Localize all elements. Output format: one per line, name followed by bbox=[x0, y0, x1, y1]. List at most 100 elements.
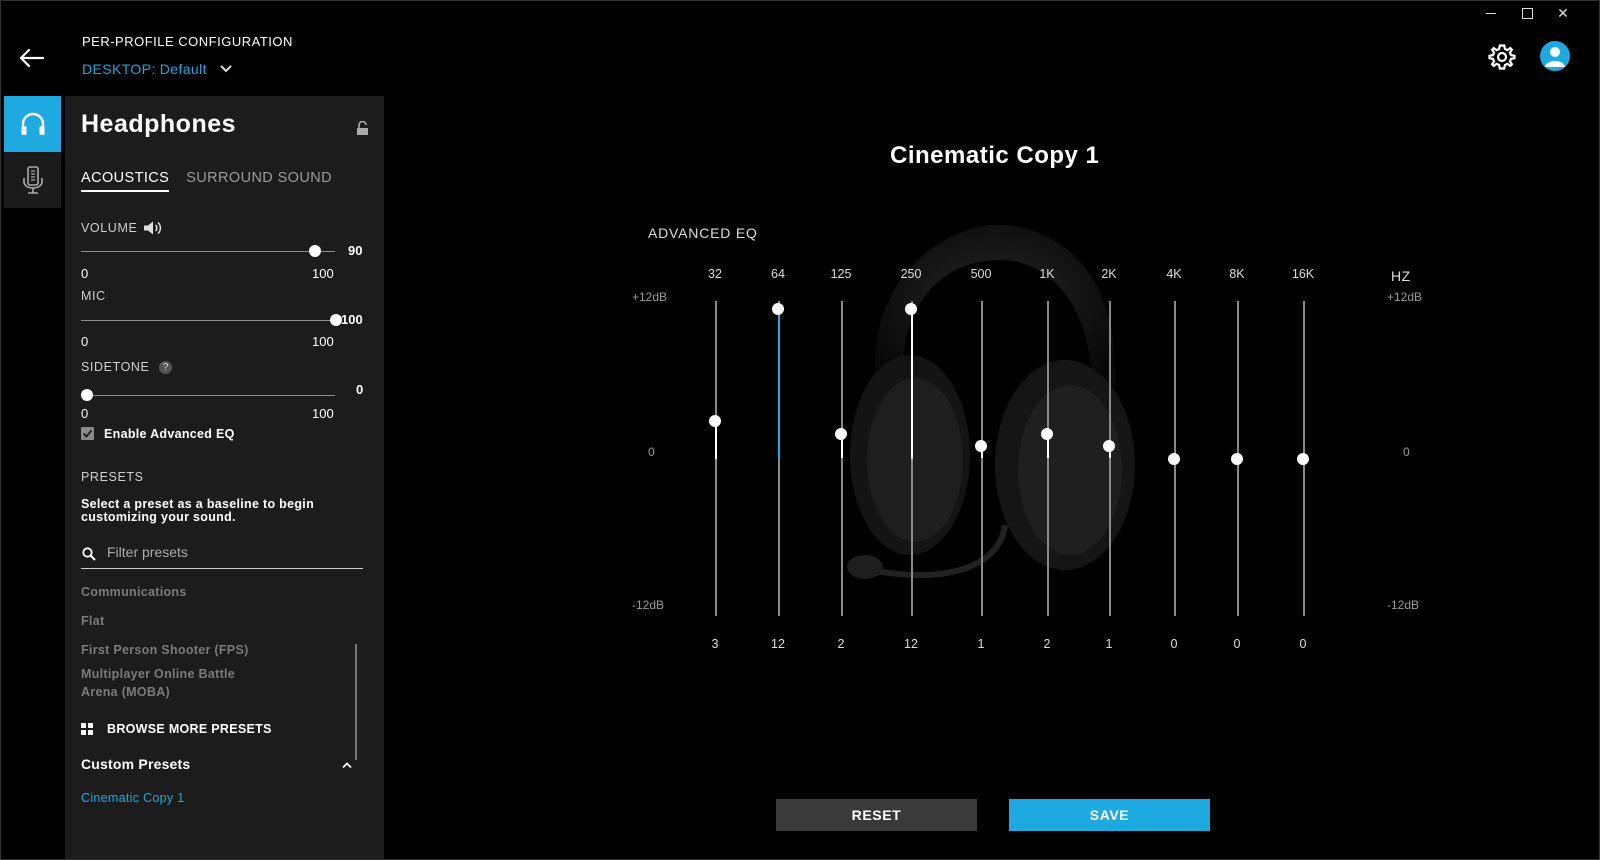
presets-scrollbar[interactable] bbox=[355, 644, 357, 760]
preset-item-moba[interactable]: Multiplayer Online Battle Arena (MOBA) bbox=[81, 665, 251, 701]
help-icon[interactable]: ? bbox=[159, 361, 173, 374]
eq-band-32[interactable]: 32 3 bbox=[695, 265, 735, 655]
custom-presets-header[interactable]: Custom Presets bbox=[81, 756, 355, 772]
mic-slider[interactable] bbox=[81, 320, 335, 321]
eq-band-track[interactable] bbox=[1108, 301, 1111, 616]
maximize-icon[interactable] bbox=[1520, 6, 1534, 20]
back-arrow-icon[interactable] bbox=[18, 48, 44, 68]
eq-band-knob[interactable] bbox=[772, 303, 784, 315]
headphones-icon bbox=[21, 112, 44, 135]
custom-preset-item[interactable]: Cinematic Copy 1 bbox=[81, 791, 184, 805]
preset-item-communications[interactable]: Communications bbox=[81, 583, 281, 601]
window-controls: ✕ bbox=[1484, 6, 1570, 20]
hz-label: HZ bbox=[1391, 268, 1411, 284]
eq-band-knob[interactable] bbox=[905, 303, 917, 315]
eq-band-fill bbox=[910, 309, 913, 459]
user-avatar[interactable] bbox=[1540, 41, 1570, 71]
eq-band-frequency: 32 bbox=[708, 267, 722, 281]
minimize-icon[interactable] bbox=[1484, 6, 1498, 20]
eq-band-2k[interactable]: 2K 1 bbox=[1089, 265, 1129, 655]
eq-band-value: 0 bbox=[1170, 637, 1178, 651]
rail-item-microphone[interactable] bbox=[4, 152, 61, 208]
device-rail bbox=[4, 96, 61, 208]
volume-slider-knob[interactable] bbox=[309, 245, 321, 257]
preset-item-flat[interactable]: Flat bbox=[81, 612, 281, 630]
chevron-up-icon[interactable] bbox=[341, 761, 353, 769]
tab-acoustics[interactable]: ACOUSTICS bbox=[81, 170, 170, 192]
db-mid-label-left: 0 bbox=[648, 445, 655, 459]
eq-band-value: 12 bbox=[771, 637, 785, 651]
enable-eq-label[interactable]: Enable Advanced EQ bbox=[104, 427, 235, 441]
profile-name: Default bbox=[159, 61, 207, 77]
eq-band-4k[interactable]: 4K 0 bbox=[1154, 265, 1194, 655]
eq-band-value: 0 bbox=[1233, 637, 1241, 651]
sidetone-slider[interactable] bbox=[81, 395, 335, 396]
speaker-icon bbox=[144, 221, 162, 235]
sidetone-min: 0 bbox=[81, 406, 89, 421]
search-icon bbox=[82, 547, 96, 561]
eq-band-frequency: 250 bbox=[900, 267, 922, 281]
eq-band-8k[interactable]: 8K 0 bbox=[1217, 265, 1257, 655]
eq-band-500[interactable]: 500 1 bbox=[961, 265, 1001, 655]
eq-band-frequency: 1K bbox=[1039, 267, 1055, 281]
browse-more-presets-label: BROWSE MORE PRESETS bbox=[107, 722, 272, 736]
eq-band-track[interactable] bbox=[714, 301, 717, 616]
eq-band-track[interactable] bbox=[1046, 301, 1049, 616]
eq-band-knob[interactable] bbox=[1041, 427, 1053, 440]
volume-label: VOLUME bbox=[81, 221, 138, 235]
profile-selector[interactable]: DESKTOP: Default bbox=[82, 61, 233, 77]
profile-config-label: PER-PROFILE CONFIGURATION bbox=[82, 34, 293, 49]
eq-band-125[interactable]: 125 2 bbox=[821, 265, 861, 655]
mic-value: 100 bbox=[341, 312, 363, 327]
volume-min: 0 bbox=[81, 266, 89, 281]
gear-icon[interactable] bbox=[1488, 43, 1516, 71]
eq-band-value: 1 bbox=[977, 637, 985, 651]
eq-band-frequency: 16K bbox=[1291, 267, 1315, 281]
desktop-prefix: DESKTOP: bbox=[82, 61, 156, 77]
eq-band-knob[interactable] bbox=[1231, 452, 1243, 465]
browse-more-presets-button[interactable]: BROWSE MORE PRESETS bbox=[81, 722, 272, 736]
filter-presets-input[interactable] bbox=[107, 544, 347, 560]
eq-band-knob[interactable] bbox=[975, 440, 987, 453]
tab-surround-sound[interactable]: SURROUND SOUND bbox=[186, 170, 332, 192]
eq-band-knob[interactable] bbox=[1168, 452, 1180, 465]
eq-band-1k[interactable]: 1K 2 bbox=[1027, 265, 1067, 655]
grid-icon bbox=[81, 723, 93, 735]
mic-max: 100 bbox=[312, 334, 334, 349]
eq-band-knob[interactable] bbox=[1103, 440, 1115, 453]
rail-item-headphones[interactable] bbox=[4, 96, 61, 152]
eq-band-frequency: 64 bbox=[771, 267, 785, 281]
unlock-icon[interactable] bbox=[356, 121, 369, 135]
checkmark-icon bbox=[82, 429, 93, 438]
eq-band-64[interactable]: 64 12 bbox=[758, 265, 798, 655]
volume-label-row: VOLUME bbox=[81, 220, 163, 236]
db-top-label-left: +12dB bbox=[632, 290, 668, 304]
volume-slider[interactable] bbox=[81, 251, 335, 252]
db-bottom-label-right: -12dB bbox=[1387, 598, 1420, 612]
eq-band-knob[interactable] bbox=[1297, 452, 1309, 465]
enable-eq-checkbox[interactable] bbox=[81, 427, 94, 440]
eq-band-track[interactable] bbox=[980, 301, 983, 616]
save-button[interactable]: SAVE bbox=[1009, 799, 1210, 831]
eq-band-value: 2 bbox=[1043, 637, 1051, 651]
filter-presets-field[interactable] bbox=[81, 540, 363, 569]
eq-band-frequency: 2K bbox=[1101, 267, 1117, 281]
sidetone-slider-knob[interactable] bbox=[81, 389, 93, 401]
eq-band-frequency: 8K bbox=[1229, 267, 1245, 281]
reset-button[interactable]: RESET bbox=[776, 799, 977, 831]
eq-band-knob[interactable] bbox=[709, 415, 721, 428]
db-bottom-label-left: -12dB bbox=[632, 598, 665, 612]
eq-band-16k[interactable]: 16K 0 bbox=[1283, 265, 1323, 655]
eq-band-knob[interactable] bbox=[835, 427, 847, 440]
close-icon[interactable]: ✕ bbox=[1556, 6, 1570, 20]
db-top-label-right: +12dB bbox=[1387, 290, 1423, 304]
eq-band-250[interactable]: 250 12 bbox=[891, 265, 931, 655]
eq-band-track[interactable] bbox=[840, 301, 843, 616]
sidetone-label: SIDETONE bbox=[81, 360, 150, 374]
mic-label: MIC bbox=[81, 289, 106, 303]
advanced-eq-title: ADVANCED EQ bbox=[648, 225, 758, 241]
preset-item-fps[interactable]: First Person Shooter (FPS) bbox=[81, 641, 281, 659]
user-icon bbox=[1545, 47, 1565, 67]
eq-band-frequency: 125 bbox=[830, 267, 852, 281]
sidetone-max: 100 bbox=[312, 406, 334, 421]
